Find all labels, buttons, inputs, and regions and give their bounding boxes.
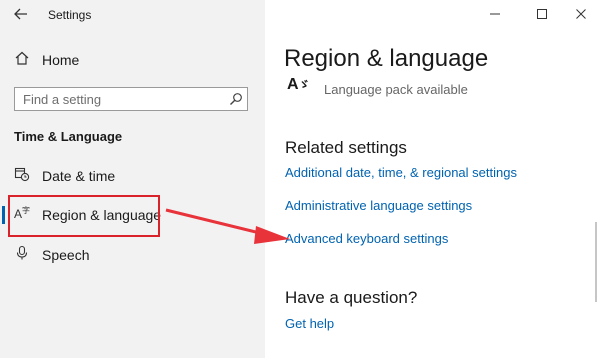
sidebar: Settings Home Time & Language Date & tim… bbox=[0, 0, 265, 358]
link-additional-date-time[interactable]: Additional date, time, & regional settin… bbox=[285, 165, 517, 180]
home-label: Home bbox=[42, 52, 80, 68]
maximize-icon[interactable] bbox=[528, 3, 556, 25]
sidebar-item-label: Date & time bbox=[42, 168, 116, 184]
language-pack-status: Language pack available bbox=[324, 82, 468, 97]
selection-indicator bbox=[2, 206, 5, 224]
sidebar-item-date-time[interactable]: Date & time bbox=[14, 165, 115, 187]
back-arrow-icon[interactable] bbox=[12, 5, 30, 23]
question-header: Have a question? bbox=[285, 288, 418, 307]
annotation-arrow bbox=[165, 208, 290, 244]
calendar-clock-icon bbox=[14, 166, 30, 187]
link-administrative-language[interactable]: Administrative language settings bbox=[285, 198, 472, 213]
link-advanced-keyboard[interactable]: Advanced keyboard settings bbox=[285, 231, 448, 246]
minimize-icon[interactable] bbox=[481, 3, 509, 25]
sidebar-item-speech[interactable]: Speech bbox=[14, 244, 89, 266]
scrollbar[interactable] bbox=[595, 222, 597, 302]
section-header: Time & Language bbox=[14, 129, 123, 144]
home-nav-item[interactable]: Home bbox=[14, 50, 79, 70]
language-pack-icon: Aゞ bbox=[287, 76, 310, 93]
close-icon[interactable] bbox=[567, 3, 595, 25]
related-settings-header: Related settings bbox=[285, 138, 407, 157]
search-input[interactable] bbox=[15, 91, 225, 107]
link-get-help[interactable]: Get help bbox=[285, 316, 334, 331]
microphone-icon bbox=[14, 245, 30, 266]
page-title: Region & language bbox=[284, 45, 489, 72]
search-icon[interactable] bbox=[225, 88, 247, 110]
annotation-highlight-box bbox=[8, 195, 160, 237]
sidebar-item-label: Speech bbox=[42, 247, 90, 263]
window-title: Settings bbox=[48, 8, 92, 22]
home-icon bbox=[14, 50, 30, 71]
search-box bbox=[14, 87, 248, 111]
